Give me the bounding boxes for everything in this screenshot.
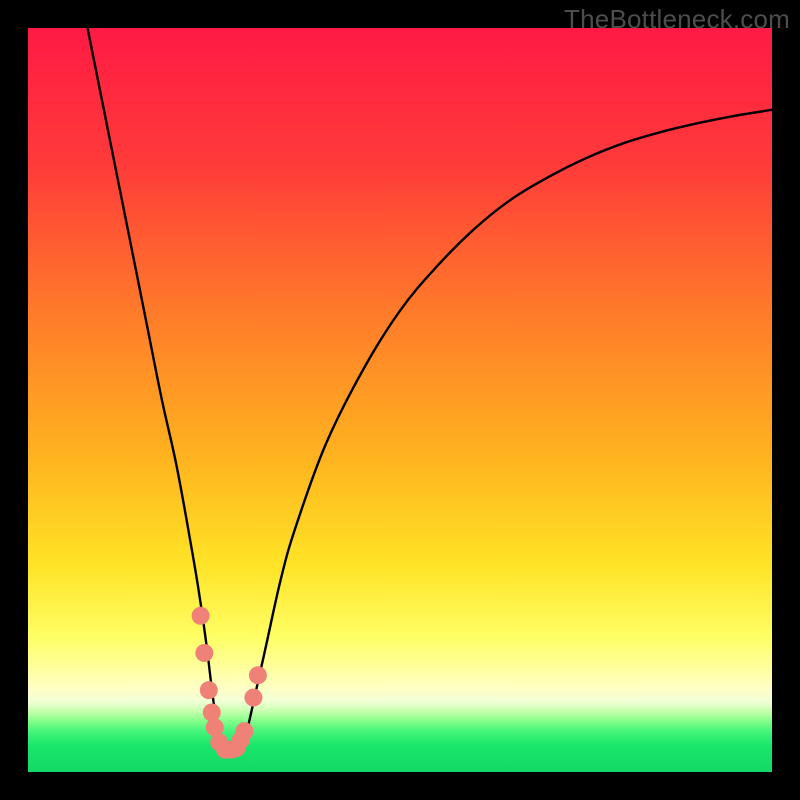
marker-dot xyxy=(236,722,254,740)
marker-dot xyxy=(244,689,262,707)
plot-area xyxy=(28,28,772,772)
gradient-background xyxy=(28,28,772,772)
marker-dot xyxy=(195,644,213,662)
marker-dot xyxy=(192,607,210,625)
bottleneck-chart xyxy=(28,28,772,772)
marker-dot xyxy=(200,681,218,699)
watermark-text: TheBottleneck.com xyxy=(564,4,790,35)
marker-dot xyxy=(249,666,267,684)
marker-dot xyxy=(203,703,221,721)
chart-frame: TheBottleneck.com xyxy=(0,0,800,800)
